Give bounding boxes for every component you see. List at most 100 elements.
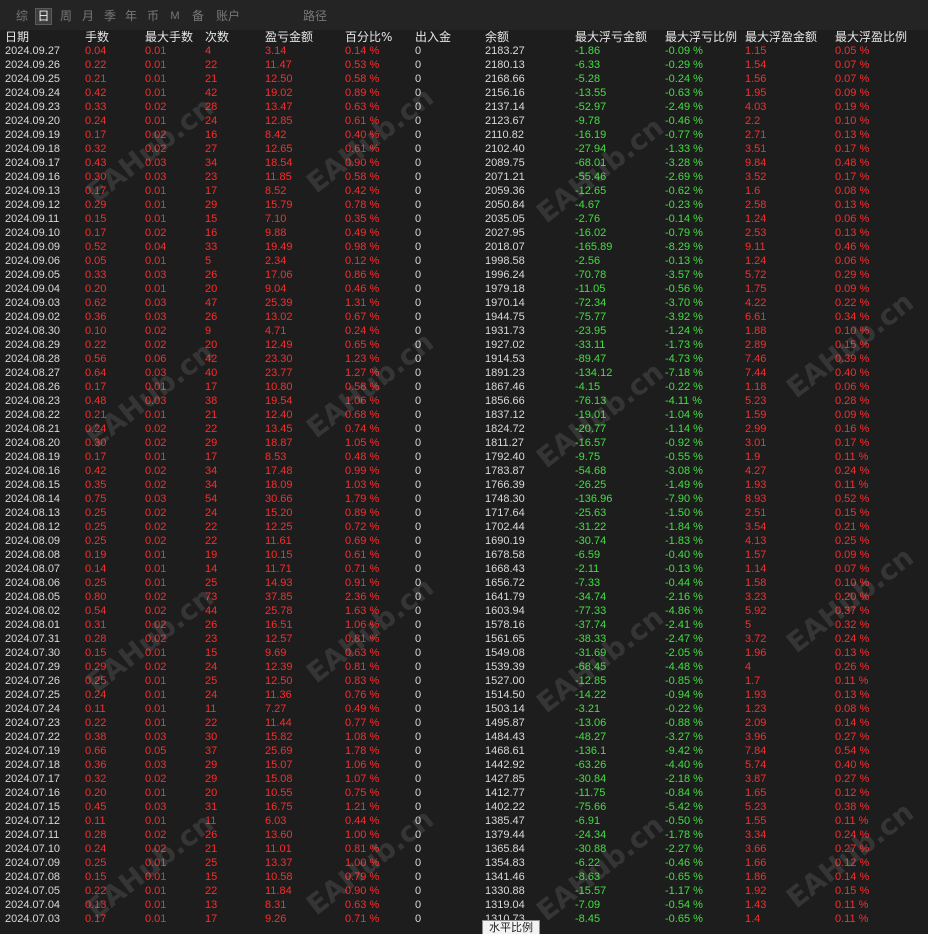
table-row[interactable]: 2024.08.26 0.17 0.01 17 10.80 0.58 % 0 1867.46 -… <box>0 380 928 394</box>
table-row[interactable]: 2024.07.22 0.38 0.03 30 15.82 1.08 % 0 1484.43 -… <box>0 730 928 744</box>
table-row[interactable]: 2024.07.23 0.22 0.01 22 11.44 0.77 % 0 1495.87 -… <box>0 716 928 730</box>
table-row[interactable]: 2024.07.15 0.45 0.03 31 16.75 1.21 % 0 1402.22 -… <box>0 800 928 814</box>
table-row[interactable]: 2024.08.01 0.31 0.02 26 16.51 1.06 % 0 1578.16 -… <box>0 618 928 632</box>
table-row[interactable]: 2024.09.24 0.42 0.01 42 19.02 0.89 % 0 2156.16 -… <box>0 86 928 100</box>
tab-account[interactable]: 账户 <box>215 8 241 25</box>
table-row[interactable]: 2024.09.23 0.33 0.02 28 13.47 0.63 % 0 2137.14 -… <box>0 100 928 114</box>
table-row[interactable]: 2024.08.28 0.56 0.06 42 23.30 1.23 % 0 1914.53 -… <box>0 352 928 366</box>
table-row[interactable]: 2024.08.14 0.75 0.03 54 30.66 1.79 % 0 1748.30 -… <box>0 492 928 506</box>
column-header-max-floating-profit-percent[interactable]: 最大浮盈比例 <box>835 30 907 44</box>
table-row[interactable]: 2024.07.12 0.11 0.01 11 6.03 0.44 % 0 1385.47 -6… <box>0 814 928 828</box>
table-row[interactable]: 2024.08.05 0.80 0.02 73 37.85 2.36 % 0 1641.79 -… <box>0 590 928 604</box>
column-header-max-lots[interactable]: 最大手数 <box>145 30 193 44</box>
table-row[interactable]: 2024.09.17 0.43 0.03 34 18.54 0.90 % 0 2089.75 -… <box>0 156 928 170</box>
cell-profit: 16.75 <box>265 801 293 813</box>
table-row[interactable]: 2024.08.09 0.25 0.02 22 11.61 0.69 % 0 1690.19 -… <box>0 534 928 548</box>
table-row[interactable]: 2024.07.03 0.17 0.01 17 9.26 0.71 % 0 1310.73 -8… <box>0 912 928 926</box>
cell-max-floating-profit-percent: 0.07 % <box>835 59 870 71</box>
cell-profit-percent: 0.91 % <box>345 577 380 589</box>
table-row[interactable]: 2024.09.26 0.22 0.01 22 11.47 0.53 % 0 2180.13 -… <box>0 58 928 72</box>
table-row[interactable]: 2024.09.05 0.33 0.03 26 17.06 0.86 % 0 1996.24 -… <box>0 268 928 282</box>
table-row[interactable]: 2024.08.29 0.22 0.02 20 12.49 0.65 % 0 1927.02 -… <box>0 338 928 352</box>
table-row[interactable]: 2024.09.18 0.32 0.02 27 12.65 0.61 % 0 2102.40 -… <box>0 142 928 156</box>
table-row[interactable]: 2024.07.09 0.25 0.01 25 13.37 1.00 % 0 1354.83 -… <box>0 856 928 870</box>
cell-max-floating-loss-percent: -1.33 % <box>665 143 703 155</box>
table-row[interactable]: 2024.09.06 0.05 0.01 5 2.34 0.12 % 0 1998.58 -2.… <box>0 254 928 268</box>
cell-balance: 1927.02 <box>485 339 525 351</box>
table-row[interactable]: 2024.07.24 0.11 0.01 11 7.27 0.49 % 0 1503.14 -3… <box>0 702 928 716</box>
table-row[interactable]: 2024.09.09 0.52 0.04 33 19.49 0.98 % 0 2018.07 -… <box>0 240 928 254</box>
tab-monthly[interactable]: 月 <box>81 8 95 25</box>
table-row[interactable]: 2024.08.23 0.48 0.03 38 19.54 1.06 % 0 1856.66 -… <box>0 394 928 408</box>
column-header-balance[interactable]: 余额 <box>485 30 509 44</box>
tab-daily[interactable]: 日 <box>35 8 52 25</box>
table-row[interactable]: 2024.07.05 0.22 0.01 22 11.84 0.90 % 0 1330.88 -… <box>0 884 928 898</box>
cell-balance: 2156.16 <box>485 87 525 99</box>
cell-max-floating-profit: 3.72 <box>745 633 767 645</box>
cell-max-floating-loss: -15.57 <box>575 885 607 897</box>
table-row[interactable]: 2024.07.10 0.24 0.02 21 11.01 0.81 % 0 1365.84 -… <box>0 842 928 856</box>
table-row[interactable]: 2024.07.30 0.15 0.01 15 9.69 0.63 % 0 1549.08 -3… <box>0 646 928 660</box>
table-row[interactable]: 2024.09.20 0.24 0.01 24 12.85 0.61 % 0 2123.67 -… <box>0 114 928 128</box>
table-row[interactable]: 2024.07.18 0.36 0.03 29 15.07 1.06 % 0 1442.92 -… <box>0 758 928 772</box>
table-row[interactable]: 2024.08.16 0.42 0.02 34 17.48 0.99 % 0 1783.87 -… <box>0 464 928 478</box>
cell-date: 2024.08.02 <box>5 605 61 617</box>
table-row[interactable]: 2024.09.19 0.17 0.02 16 8.42 0.40 % 0 2110.82 -1… <box>0 128 928 142</box>
cell-max-floating-loss: -75.66 <box>575 801 607 813</box>
table-row[interactable]: 2024.07.29 0.29 0.02 24 12.39 0.81 % 0 1539.39 -… <box>0 660 928 674</box>
table-row[interactable]: 2024.08.19 0.17 0.01 17 8.53 0.48 % 0 1792.40 -9… <box>0 450 928 464</box>
table-row[interactable]: 2024.07.08 0.15 0.01 15 10.58 0.79 % 0 1341.46 -… <box>0 870 928 884</box>
table-row[interactable]: 2024.08.02 0.54 0.02 44 25.78 1.63 % 0 1603.94 -… <box>0 604 928 618</box>
table-row[interactable]: 2024.09.27 0.04 0.01 4 3.14 0.14 % 0 2183.27 -1.… <box>0 44 928 58</box>
cell-max-floating-profit-percent: 0.05 % <box>835 45 870 57</box>
table-row[interactable]: 2024.07.11 0.28 0.02 26 13.60 1.00 % 0 1379.44 -… <box>0 828 928 842</box>
table-row[interactable]: 2024.09.04 0.20 0.01 20 9.04 0.46 % 0 1979.18 -1… <box>0 282 928 296</box>
table-row[interactable]: 2024.09.11 0.15 0.01 15 7.10 0.35 % 0 2035.05 -2… <box>0 212 928 226</box>
table-row[interactable]: 2024.08.21 0.24 0.02 22 13.45 0.74 % 0 1824.72 -… <box>0 422 928 436</box>
table-row[interactable]: 2024.07.17 0.32 0.02 29 15.08 1.07 % 0 1427.85 -… <box>0 772 928 786</box>
tab-summary[interactable]: 综 <box>15 8 29 25</box>
tab-quarterly[interactable]: 季 <box>103 8 117 25</box>
table-row[interactable]: 2024.08.12 0.25 0.02 22 12.25 0.72 % 0 1702.44 -… <box>0 520 928 534</box>
column-header-deposit-withdrawal[interactable]: 出入金 <box>415 30 451 44</box>
cell-profit-percent: 2.36 % <box>345 591 380 603</box>
table-row[interactable]: 2024.08.07 0.14 0.01 14 11.71 0.71 % 0 1668.43 -… <box>0 562 928 576</box>
column-header-profit-percent[interactable]: 百分比% <box>345 30 392 44</box>
tab-currency[interactable]: 币 <box>146 8 160 25</box>
table-row[interactable]: 2024.09.02 0.36 0.03 26 13.02 0.67 % 0 1944.75 -… <box>0 310 928 324</box>
tab-magic[interactable]: M <box>168 8 182 25</box>
table-row[interactable]: 2024.08.22 0.21 0.01 21 12.40 0.68 % 0 1837.12 -… <box>0 408 928 422</box>
table-row[interactable]: 2024.07.04 0.13 0.01 13 8.31 0.63 % 0 1319.04 -7… <box>0 898 928 912</box>
tab-path[interactable]: 路径 <box>302 8 328 25</box>
cell-max-floating-loss-percent: -2.47 % <box>665 633 703 645</box>
table-row[interactable]: 2024.07.16 0.20 0.01 20 10.55 0.75 % 0 1412.77 -… <box>0 786 928 800</box>
table-row[interactable]: 2024.08.13 0.25 0.02 24 15.20 0.89 % 0 1717.64 -… <box>0 506 928 520</box>
table-row[interactable]: 2024.09.13 0.17 0.01 17 8.52 0.42 % 0 2059.36 -1… <box>0 184 928 198</box>
cell-profit-percent: 1.06 % <box>345 759 380 771</box>
table-row[interactable]: 2024.09.16 0.30 0.03 23 11.85 0.58 % 0 2071.21 -… <box>0 170 928 184</box>
column-header-max-floating-loss[interactable]: 最大浮亏金额 <box>575 30 647 44</box>
table-row[interactable]: 2024.08.20 0.30 0.02 29 18.87 1.05 % 0 1811.27 -… <box>0 436 928 450</box>
table-row[interactable]: 2024.08.15 0.35 0.02 34 18.09 1.03 % 0 1766.39 -… <box>0 478 928 492</box>
column-header-profit[interactable]: 盈亏金额 <box>265 30 313 44</box>
table-row[interactable]: 2024.09.10 0.17 0.02 16 9.88 0.49 % 0 2027.95 -1… <box>0 226 928 240</box>
column-header-max-floating-profit[interactable]: 最大浮盈金额 <box>745 30 817 44</box>
tab-yearly[interactable]: 年 <box>124 8 138 25</box>
column-header-lots[interactable]: 手数 <box>85 30 109 44</box>
table-row[interactable]: 2024.09.12 0.29 0.01 29 15.79 0.78 % 0 2050.84 -… <box>0 198 928 212</box>
table-row[interactable]: 2024.07.26 0.25 0.01 25 12.50 0.83 % 0 1527.00 -… <box>0 674 928 688</box>
table-row[interactable]: 2024.08.27 0.64 0.03 40 23.77 1.27 % 0 1891.23 -… <box>0 366 928 380</box>
table-row[interactable]: 2024.09.25 0.21 0.01 21 12.50 0.58 % 0 2168.66 -… <box>0 72 928 86</box>
table-row[interactable]: 2024.07.19 0.66 0.05 37 25.69 1.78 % 0 1468.61 -… <box>0 744 928 758</box>
table-row[interactable]: 2024.08.06 0.25 0.01 25 14.93 0.91 % 0 1656.72 -… <box>0 576 928 590</box>
tab-weekly[interactable]: 周 <box>59 8 73 25</box>
column-header-trade-count[interactable]: 次数 <box>205 30 229 44</box>
table-row[interactable]: 2024.07.25 0.24 0.01 24 11.36 0.76 % 0 1514.50 -… <box>0 688 928 702</box>
column-header-date[interactable]: 日期 <box>5 30 29 44</box>
table-row[interactable]: 2024.09.03 0.62 0.03 47 25.39 1.31 % 0 1970.14 -… <box>0 296 928 310</box>
column-header-max-floating-loss-percent[interactable]: 最大浮亏比例 <box>665 30 737 44</box>
tab-notes[interactable]: 备 <box>191 8 205 25</box>
table-row[interactable]: 2024.07.31 0.28 0.02 23 12.57 0.81 % 0 1561.65 -… <box>0 632 928 646</box>
table-row[interactable]: 2024.08.08 0.19 0.01 19 10.15 0.61 % 0 1678.58 -… <box>0 548 928 562</box>
table-row[interactable]: 2024.08.30 0.10 0.02 9 4.71 0.24 % 0 1931.73 -23… <box>0 324 928 338</box>
